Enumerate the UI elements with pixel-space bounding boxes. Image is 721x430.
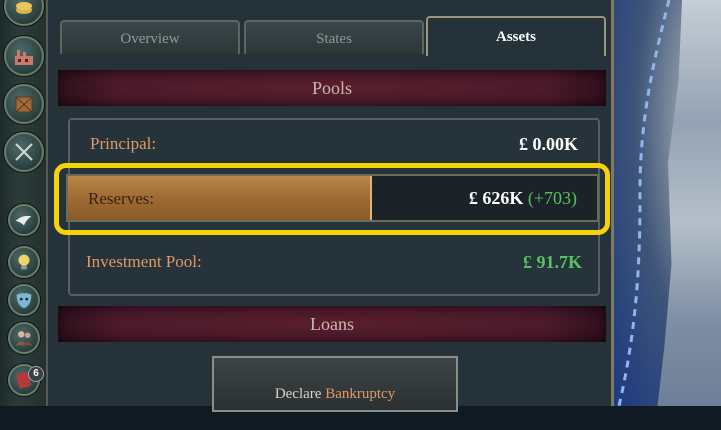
map-border-line [617,0,671,406]
left-sidebar: 6 [0,0,47,406]
notification-badge: 6 [28,366,44,382]
declare-word: Bankruptcy [325,386,396,402]
tab-assets[interactable]: Assets [426,16,606,56]
lightbulb-icon[interactable] [8,246,40,278]
highlight-outline [54,163,610,235]
world-map[interactable] [614,0,721,406]
crossed-swords-icon[interactable] [4,132,44,172]
tab-bar: Overview States Assets [58,16,608,56]
investment-pool-label: Investment Pool: [86,252,202,271]
loans-header: Loans [58,306,606,342]
investment-pool-value: £ 91.7K [522,252,582,272]
declare-prefix: Declare [274,386,322,402]
tab-states[interactable]: States [244,20,424,54]
dove-icon[interactable] [8,204,40,236]
coins-icon[interactable] [4,0,44,26]
tab-overview[interactable]: Overview [60,20,240,54]
people-icon[interactable] [8,322,40,354]
declare-bankruptcy-button[interactable]: Declare Bankruptcy [212,356,458,412]
factory-icon[interactable] [4,36,44,76]
mask-icon[interactable] [8,284,40,316]
principal-value: £ 0.00K [518,134,578,154]
crate-icon[interactable] [4,84,44,124]
principal-label: Principal: [90,134,157,153]
pools-header: Pools [58,70,606,106]
